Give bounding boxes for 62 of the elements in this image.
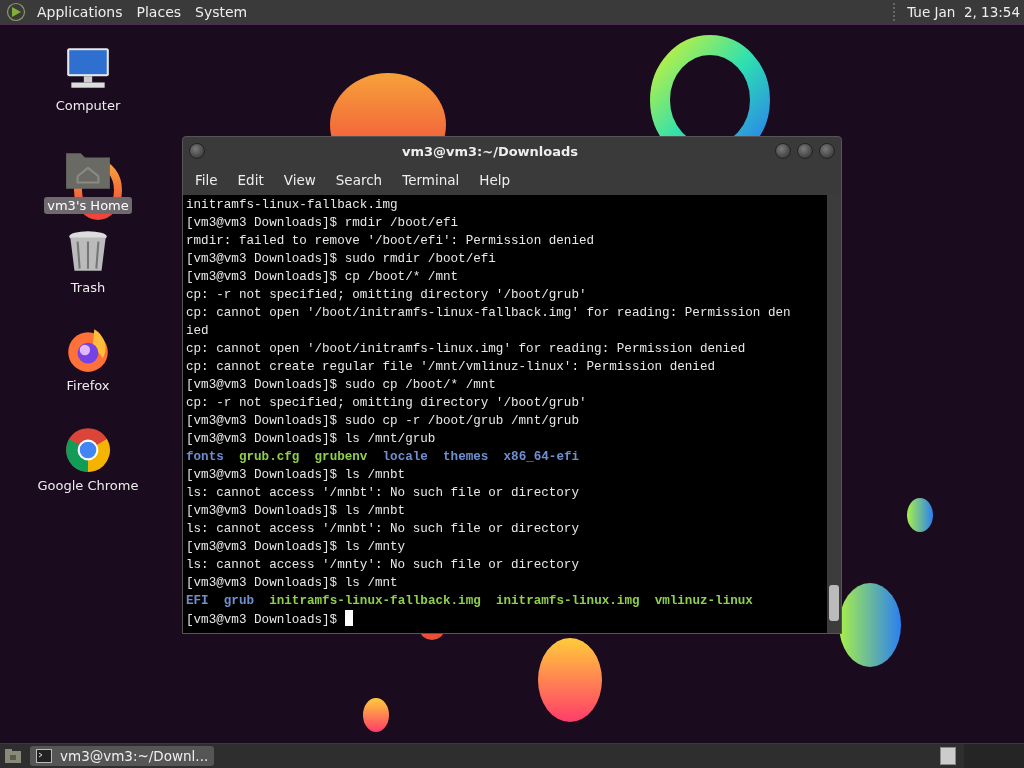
terminal-line: [vm3@vm3 Downloads]$ ls /mnty: [186, 540, 406, 554]
menu-item[interactable]: View: [273, 172, 326, 188]
taskbar-button[interactable]: vm3@vm3:~/Downl...: [30, 746, 215, 766]
icon-label[interactable]: Google Chrome: [34, 477, 142, 494]
show-desktop-icon[interactable]: [4, 748, 22, 764]
terminal-line: cp: cannot open '/boot/initramfs-linux.img' for reading: Permission denied: [186, 342, 746, 356]
terminal-line: cp: cannot open '/boot/initramfs-linux-fallback.img' for reading: Permission den: [186, 306, 791, 320]
logo-icon[interactable]: [6, 2, 26, 22]
directory-name: grub: [223, 594, 255, 608]
icon-label[interactable]: Firefox: [63, 377, 113, 394]
terminal-line: initramfs-linux-fallback.img: [186, 198, 398, 212]
terminal-line: [vm3@vm3 Downloads]$ ls /mnt: [186, 576, 398, 590]
window-menu-button[interactable]: [189, 143, 205, 159]
terminal-line: ls: cannot access '/mnbt': No such file or directory: [186, 486, 579, 500]
panel-menu[interactable]: Applications: [30, 4, 130, 20]
workspace-switcher[interactable]: [964, 744, 1024, 768]
file-name: grubenv: [314, 450, 368, 464]
directory-name: locale: [382, 450, 428, 464]
terminal-line: cp: -r not specified; omitting directory '/boot/grub': [186, 288, 587, 302]
menu-item[interactable]: Help: [469, 172, 521, 188]
minimize-button[interactable]: [775, 143, 791, 159]
directory-name: themes: [443, 450, 489, 464]
chrome-icon[interactable]: [63, 425, 113, 475]
terminal-line: ls: cannot access '/mnty': No such file or directory: [186, 558, 579, 572]
terminal-line: ied: [186, 324, 209, 338]
terminal-line: [vm3@vm3 Downloads]$ ls /mnt/grub: [186, 432, 436, 446]
icon-label[interactable]: Trash: [67, 279, 109, 296]
terminal-line: [vm3@vm3 Downloads]$ cp /boot/* /mnt: [186, 270, 459, 284]
menu-item[interactable]: File: [185, 172, 228, 188]
close-button[interactable]: [819, 143, 835, 159]
scrollbar[interactable]: [827, 195, 841, 633]
terminal-line: [vm3@vm3 Downloads]$ sudo cp /boot/* /mnt: [186, 378, 496, 392]
file-name: initramfs-linux.img: [495, 594, 640, 608]
menu-item[interactable]: Search: [325, 172, 393, 188]
terminal-line: rmdir: failed to remove '/boot/efi': Permission denied: [186, 234, 595, 248]
directory-name: x86_64-efi: [503, 450, 580, 464]
file-name: vmlinuz-linux: [654, 594, 753, 608]
panel-menu[interactable]: Places: [129, 4, 189, 20]
workspace-switcher[interactable]: [940, 747, 956, 765]
terminal-line: [vm3@vm3 Downloads]$ sudo rmdir /boot/efi: [186, 252, 496, 266]
file-name: initramfs-linux-fallback.img: [269, 594, 481, 608]
terminal-line: cp: cannot create regular file '/mnt/vmlinuz-linux': Permission denied: [186, 360, 716, 374]
terminal-line: [vm3@vm3 Downloads]$ ls /mnbt: [186, 504, 406, 518]
terminal-line: [vm3@vm3 Downloads]$: [186, 613, 339, 627]
directory-name: fonts: [186, 450, 224, 464]
terminal-icon: [36, 749, 52, 763]
terminal-line: cp: -r not specified; omitting directory '/boot/grub': [186, 396, 587, 410]
directory-name: EFI: [186, 594, 209, 608]
window-title: vm3@vm3:~/Downloads: [400, 143, 580, 159]
maximize-button[interactable]: [797, 143, 813, 159]
icon-label[interactable]: Computer: [52, 97, 124, 114]
terminal-line: [vm3@vm3 Downloads]$ sudo cp -r /boot/grub /mnt/grub: [186, 414, 579, 428]
panel-menu[interactable]: System: [188, 4, 255, 20]
terminal-line: [vm3@vm3 Downloads]$ ls /mnbt: [186, 468, 406, 482]
menu-item[interactable]: Edit: [227, 172, 274, 188]
file-name: grub.cfg: [238, 450, 300, 464]
terminal-line: ls: cannot access '/mnbt': No such file or directory: [186, 522, 579, 536]
text-cursor: [344, 610, 353, 626]
clock[interactable]: Tue Jan 2, 13:54: [907, 4, 1024, 20]
terminal-line: [vm3@vm3 Downloads]$ rmdir /boot/efi: [186, 216, 459, 230]
icon-label[interactable]: vm3's Home: [44, 197, 132, 214]
menu-item[interactable]: Terminal: [392, 172, 470, 188]
